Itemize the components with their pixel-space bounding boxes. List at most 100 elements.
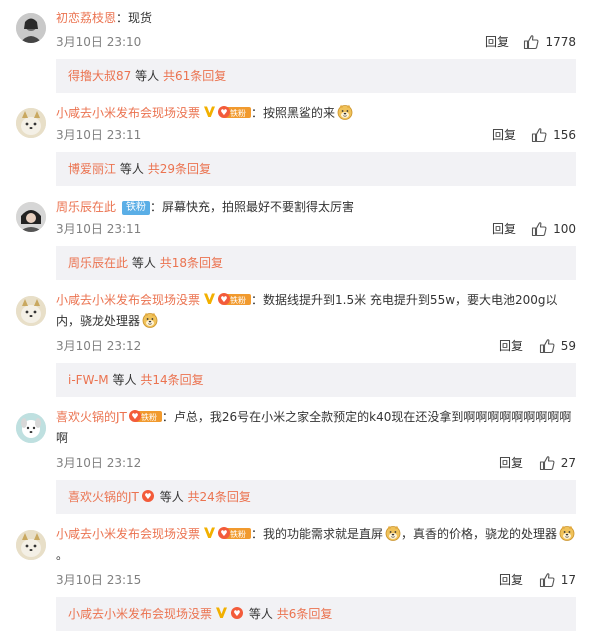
svg-text:铁粉: 铁粉 <box>230 108 246 118</box>
fan-badge-icon: ♥ <box>140 482 156 502</box>
thumbs-up-icon <box>539 338 555 354</box>
like-button[interactable]: 59 <box>561 338 576 354</box>
fan-badge-icon: ♥ 铁粉 <box>217 526 252 540</box>
thread-etc: 等人 <box>112 373 137 387</box>
username-link[interactable]: 周乐辰在此 <box>56 200 116 214</box>
like-count: 1778 <box>545 35 576 49</box>
thumbs-up-icon <box>523 34 539 50</box>
like-button[interactable]: 1778 <box>545 34 576 50</box>
doge-emoji-icon <box>385 525 401 541</box>
username-link[interactable]: 小咸去小米发布会现场没票 <box>56 293 200 307</box>
thread-username[interactable]: 小咸去小米发布会现场没票 <box>68 607 212 621</box>
thread-count-link[interactable]: 共6条回复 <box>277 607 333 621</box>
like-button[interactable]: 27 <box>561 455 576 471</box>
thumbs-up-icon <box>539 572 555 588</box>
colon-separator: ： <box>150 200 163 214</box>
comment-text: ，真香的价格，骁龙的处理器 <box>401 527 558 541</box>
reply-thread-summary[interactable]: 小咸去小米发布会现场没票 ♥ 等人 共6条回复 <box>56 597 576 631</box>
svg-text:铁粉: 铁粉 <box>141 412 157 422</box>
thread-etc: 等人 <box>248 607 273 621</box>
thread-count-link[interactable]: 共24条回复 <box>188 490 251 504</box>
svg-text:♥: ♥ <box>144 492 151 501</box>
reply-thread-summary[interactable]: 博爱丽江 等人 共29条回复 <box>56 152 576 186</box>
username-link[interactable]: 初恋荔枝恩 <box>56 11 116 25</box>
reply-thread-summary[interactable]: 周乐辰在此 等人 共18条回复 <box>56 246 576 280</box>
svg-text:♥: ♥ <box>220 529 227 538</box>
avatar[interactable] <box>16 13 46 43</box>
verified-v-icon <box>215 606 228 619</box>
svg-text:♥: ♥ <box>220 108 227 117</box>
thread-count-link[interactable]: 共61条回复 <box>163 69 226 83</box>
like-button[interactable]: 17 <box>561 572 576 588</box>
thread-etc: 等人 <box>159 490 184 504</box>
verified-v-icon <box>203 526 216 539</box>
avatar[interactable] <box>16 296 46 326</box>
fan-badge-icon: ♥ 铁粉 <box>217 292 252 306</box>
svg-text:铁粉: 铁粉 <box>230 529 246 539</box>
verified-v-icon <box>203 105 216 118</box>
reply-button[interactable]: 回复 <box>499 572 523 588</box>
like-count: 17 <box>560 573 576 587</box>
reply-button[interactable]: 回复 <box>499 455 523 471</box>
verified-v-icon <box>203 292 216 305</box>
username-link[interactable]: 喜欢火锅的JT <box>56 410 127 424</box>
like-button[interactable]: 156 <box>553 127 576 143</box>
reply-button[interactable]: 回复 <box>492 127 516 143</box>
avatar[interactable] <box>16 202 46 232</box>
like-count: 27 <box>560 456 576 470</box>
comment-text: 现货 <box>128 11 153 25</box>
thumbs-up-icon <box>531 221 547 237</box>
thread-username[interactable]: 周乐辰在此 <box>68 256 128 270</box>
doge-emoji-icon <box>142 312 158 328</box>
avatar[interactable] <box>16 108 46 138</box>
reply-button[interactable]: 回复 <box>499 338 523 354</box>
reply-button[interactable]: 回复 <box>485 34 509 50</box>
thread-etc: 等人 <box>131 256 156 270</box>
comment-text: 按照黑鲨的来 <box>263 106 336 120</box>
colon-separator: ： <box>161 410 174 424</box>
comment-time: 3月10日 23:10 <box>56 35 142 49</box>
like-count: 156 <box>553 128 576 142</box>
thread-username[interactable]: 得撸大叔87 <box>68 69 131 83</box>
username-link[interactable]: 小咸去小米发布会现场没票 <box>56 106 200 120</box>
thread-username[interactable]: i-FW-M <box>68 373 109 387</box>
thread-etc: 等人 <box>119 162 144 176</box>
fan-badge: 铁粉 <box>122 201 151 215</box>
avatar[interactable] <box>16 413 46 443</box>
svg-text:♥: ♥ <box>131 412 138 421</box>
reply-button[interactable]: 回复 <box>492 221 516 237</box>
thread-username[interactable]: 博爱丽江 <box>68 162 116 176</box>
thread-username[interactable]: 喜欢火锅的JT <box>68 490 139 504</box>
thread-count-link[interactable]: 共18条回复 <box>160 256 223 270</box>
thumbs-up-icon <box>531 127 547 143</box>
doge-emoji-icon <box>559 525 575 541</box>
svg-text:铁粉: 铁粉 <box>230 295 246 305</box>
comment-text: 。 <box>56 548 69 562</box>
comment-text: 屏幕快充，拍照最好不要割得太厉害 <box>162 200 355 214</box>
colon-separator: ： <box>251 106 264 120</box>
doge-emoji-icon <box>337 104 353 120</box>
username-link[interactable]: 小咸去小米发布会现场没票 <box>56 527 200 541</box>
like-count: 59 <box>560 339 576 353</box>
fan-badge-icon: ♥ <box>229 599 245 619</box>
thread-count-link[interactable]: 共14条回复 <box>140 373 203 387</box>
fan-badge-icon: ♥ 铁粉 <box>128 409 162 423</box>
like-button[interactable]: 100 <box>553 221 576 237</box>
colon-separator: ： <box>251 527 264 541</box>
svg-text:♥: ♥ <box>220 295 227 304</box>
thread-count-link[interactable]: 共29条回复 <box>148 162 211 176</box>
comment-time: 3月10日 23:12 <box>56 339 142 353</box>
comment-time: 3月10日 23:11 <box>56 128 142 142</box>
reply-thread-summary[interactable]: 喜欢火锅的JT ♥ 等人 共24条回复 <box>56 480 576 514</box>
colon-separator: ： <box>251 293 264 307</box>
reply-thread-summary[interactable]: 得撸大叔87 等人 共61条回复 <box>56 59 576 93</box>
avatar[interactable] <box>16 530 46 560</box>
like-count: 100 <box>553 222 576 236</box>
comment-time: 3月10日 23:15 <box>56 573 142 587</box>
comment-time: 3月10日 23:12 <box>56 456 142 470</box>
comment-text: 我的功能需求就是直屏 <box>263 527 384 541</box>
fan-badge-icon: ♥ 铁粉 <box>217 105 252 119</box>
reply-thread-summary[interactable]: i-FW-M 等人 共14条回复 <box>56 363 576 397</box>
thread-etc: 等人 <box>135 69 160 83</box>
colon-separator: ： <box>116 11 129 25</box>
